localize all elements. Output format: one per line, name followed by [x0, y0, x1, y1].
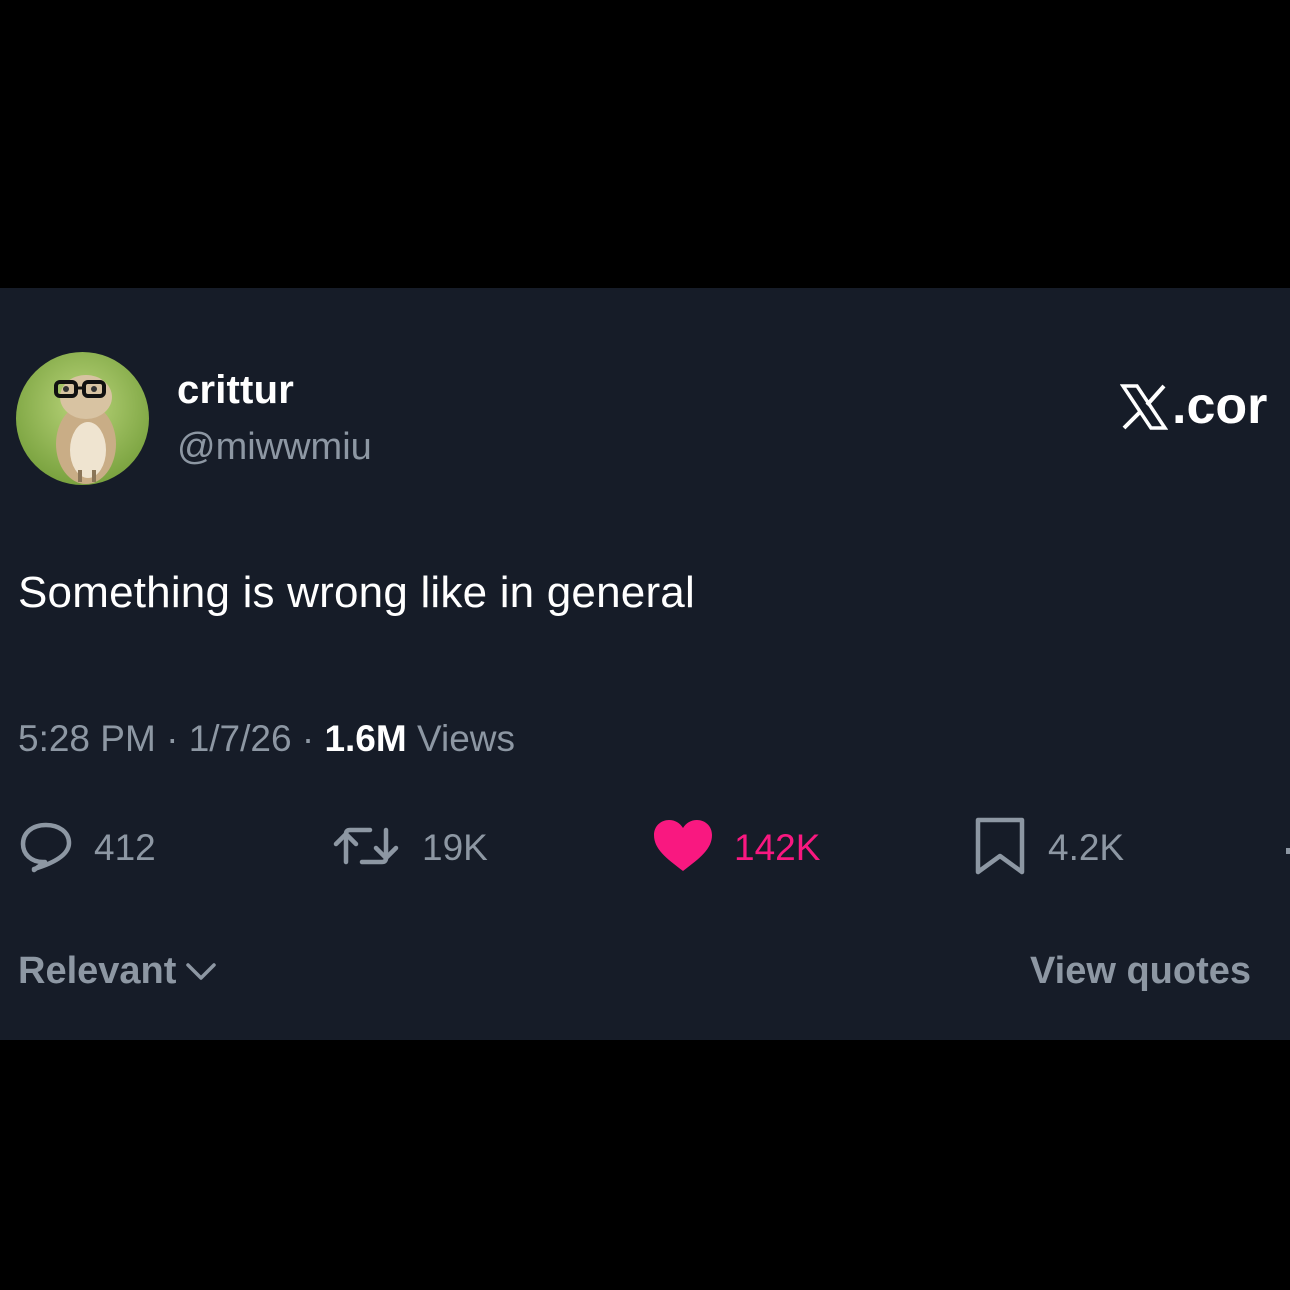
- brand-text: .cor: [1172, 377, 1268, 435]
- bookmark-button[interactable]: 4.2K: [972, 813, 1124, 883]
- reply-icon: [18, 818, 74, 879]
- display-name[interactable]: crittur: [177, 368, 294, 413]
- repost-icon: [330, 818, 402, 879]
- view-quotes-link[interactable]: View quotes: [1030, 950, 1251, 993]
- action-bar: 412 19K 142K 4.2K: [0, 813, 1290, 883]
- tweet-text: Something is wrong like in general: [18, 568, 695, 617]
- reply-count: 412: [94, 827, 156, 868]
- heart-icon: [652, 818, 714, 879]
- repost-button[interactable]: 19K: [330, 813, 488, 883]
- bookmark-icon: [972, 816, 1028, 881]
- like-button[interactable]: 142K: [652, 813, 820, 883]
- tweet-date[interactable]: 1/7/26: [189, 718, 292, 759]
- sort-label: Relevant: [18, 950, 177, 992]
- avatar[interactable]: [16, 352, 149, 485]
- tweet-time[interactable]: 5:28 PM: [18, 718, 156, 759]
- tweet-card: crittur @miwwmiu .cor Something is wrong…: [0, 288, 1290, 1040]
- repost-count: 19K: [422, 827, 488, 868]
- brand-watermark: .cor: [1119, 376, 1268, 436]
- reply-button[interactable]: 412: [18, 813, 156, 883]
- tweet-meta: 5:28 PM · 1/7/26 · 1.6M Views: [18, 718, 515, 760]
- meta-separator: ·: [291, 718, 325, 759]
- x-logo-icon: [1119, 383, 1169, 430]
- meta-separator: ·: [155, 718, 189, 759]
- bookmark-count: 4.2K: [1048, 827, 1125, 868]
- share-icon[interactable]: [1286, 848, 1290, 854]
- views-label: Views: [406, 718, 516, 759]
- sort-dropdown[interactable]: Relevant: [18, 950, 218, 993]
- like-count: 142K: [734, 827, 821, 868]
- user-handle[interactable]: @miwwmiu: [177, 426, 372, 469]
- views-count: 1.6M: [324, 718, 407, 759]
- chevron-down-icon: [184, 950, 218, 993]
